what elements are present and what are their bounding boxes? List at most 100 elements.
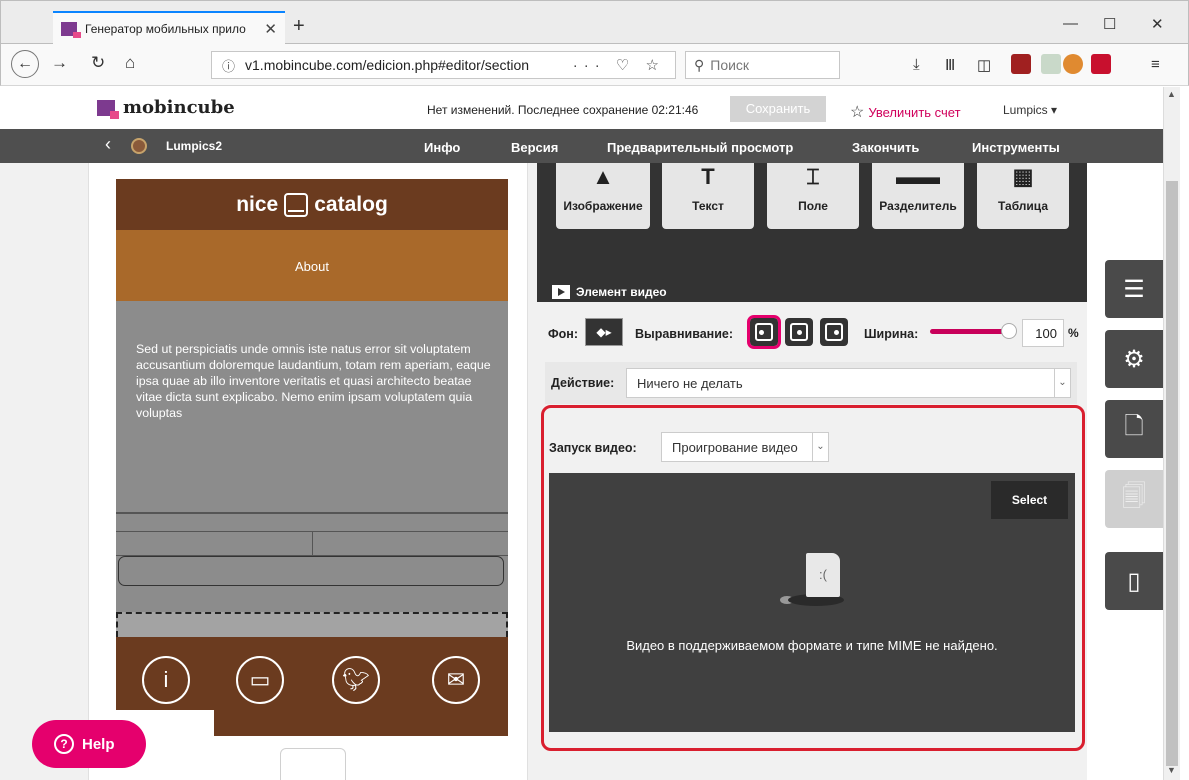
sad-file-icon: :(: [806, 553, 840, 597]
user-menu[interactable]: Lumpics ▾: [1003, 103, 1057, 117]
tile-label: Таблица: [997, 199, 1048, 213]
align-center-button[interactable]: [785, 318, 813, 346]
preview-header[interactable]: nice catalog: [116, 179, 508, 230]
back-arrow-icon[interactable]: ←: [11, 50, 39, 78]
mail-icon[interactable]: ✉: [432, 656, 480, 704]
align-right-button[interactable]: [820, 318, 848, 346]
disabled-page-tool[interactable]: 🗐: [1105, 470, 1163, 528]
download-icon[interactable]: ⤓: [913, 56, 920, 73]
tab-version[interactable]: Версия: [488, 140, 581, 168]
help-icon: ?: [54, 734, 74, 754]
image-icon: ▲: [592, 164, 614, 189]
settings-tool[interactable]: ⚙: [1105, 330, 1163, 388]
save-button[interactable]: Сохранить: [730, 96, 826, 122]
twitter-icon[interactable]: 🐦︎: [332, 656, 380, 704]
palette-text-tile[interactable]: T Текст: [662, 163, 754, 229]
help-button[interactable]: ? Help: [32, 720, 146, 768]
ublock-extension-icon[interactable]: [1011, 54, 1031, 74]
align-left-icon: [755, 323, 773, 341]
device-preview-tool[interactable]: ▯: [1105, 552, 1163, 610]
back-chevron-icon[interactable]: ‹: [105, 134, 111, 155]
tab-preview[interactable]: Предварительный просмотр: [607, 140, 793, 155]
scroll-down-icon[interactable]: ▼: [1167, 765, 1176, 775]
address-bar[interactable]: ⓘ v1.mobincube.com/edicion.php#editor/se…: [211, 51, 676, 79]
reload-icon[interactable]: ↻: [91, 53, 105, 73]
scroll-up-icon[interactable]: ▲: [1167, 89, 1176, 99]
tab-close-icon[interactable]: ✕: [264, 20, 277, 38]
tab-info[interactable]: Инфо: [424, 140, 460, 155]
palette-field-tile[interactable]: ⌶ Поле: [767, 163, 859, 229]
background-color-picker[interactable]: ◆▸: [585, 318, 623, 346]
about-bar[interactable]: About: [116, 230, 508, 301]
browser-tab[interactable]: Генератор мобильных прило ✕: [53, 11, 285, 45]
search-icon: ⚲: [694, 56, 705, 73]
tile-label: Разделитель: [879, 199, 957, 213]
table-separator: [312, 532, 313, 557]
phone-icon: ▯: [1127, 567, 1141, 595]
url-text[interactable]: v1.mobincube.com/edicion.php#editor/sect…: [245, 57, 573, 73]
divider: [116, 512, 508, 514]
preview-table-row[interactable]: [116, 531, 508, 557]
search-input[interactable]: ⚲ Поиск: [685, 51, 840, 79]
action-value: Ничего не делать: [637, 376, 743, 391]
maximize-icon[interactable]: ☐: [1103, 15, 1116, 33]
upgrade-account-link[interactable]: ☆ Увеличить счет: [850, 102, 961, 122]
page-actions-icon[interactable]: ··· ♡ ☆: [573, 56, 665, 74]
list-view-tool[interactable]: ☰: [1105, 260, 1163, 318]
video-icon: [552, 285, 570, 299]
width-label: Ширина:: [864, 327, 919, 341]
width-input[interactable]: 100: [1022, 319, 1064, 347]
action-select[interactable]: Ничего не делать ⌄: [626, 368, 1071, 398]
video-start-select[interactable]: Проигрование видео ⌄: [661, 432, 829, 462]
chevron-down-icon: ⌄: [812, 433, 828, 461]
browser-tab-bar: Генератор мобильных прило ✕ + — ☐ ✕: [0, 0, 1189, 45]
logo-text: mobincube: [123, 97, 235, 118]
alignment-label: Выравнивание:: [635, 327, 734, 341]
info-icon[interactable]: i: [142, 656, 190, 704]
tab-title: Генератор мобильных прило: [85, 22, 246, 36]
shield-extension-icon[interactable]: [1041, 54, 1061, 74]
site-info-icon[interactable]: ⓘ: [222, 56, 235, 75]
logo-icon: [97, 99, 119, 119]
palette-separator-tile[interactable]: ▬▬ Разделитель: [872, 163, 964, 229]
sidebar-icon[interactable]: ◫: [977, 56, 991, 74]
tab-tools[interactable]: Инструменты: [972, 140, 1060, 155]
page-settings-tool[interactable]: 🗋: [1105, 400, 1163, 458]
align-center-icon: [790, 323, 808, 341]
new-tab-button[interactable]: +: [293, 15, 305, 38]
preview-body-text[interactable]: Sed ut perspiciatis unde omnis iste natu…: [136, 341, 491, 421]
preview-input-field[interactable]: [118, 556, 504, 586]
mobincube-logo[interactable]: mobincube: [97, 97, 235, 119]
tile-label: Изображение: [563, 199, 643, 213]
video-element-placeholder[interactable]: [116, 612, 508, 637]
library-icon[interactable]: Ⅲ: [945, 56, 955, 74]
scrollbar-thumb[interactable]: [1166, 181, 1178, 766]
palette-image-tile[interactable]: ▲ Изображение: [556, 163, 650, 229]
menu-icon[interactable]: ≡: [1151, 56, 1160, 73]
header-word-nice: nice: [236, 192, 279, 216]
minimize-icon[interactable]: —: [1063, 15, 1078, 32]
tab-finish[interactable]: Закончить: [852, 140, 919, 155]
page-gear-icon: 🗋: [1124, 412, 1144, 440]
phone-home-button: [280, 748, 346, 780]
cookie-extension-icon[interactable]: [1063, 54, 1083, 74]
align-left-button[interactable]: [747, 315, 781, 349]
select-video-button[interactable]: Select: [991, 481, 1068, 519]
project-avatar: [131, 138, 147, 154]
video-error-message: Видео в поддерживаемом формате и типе MI…: [626, 638, 998, 653]
project-name[interactable]: Lumpics2: [166, 139, 222, 153]
close-window-icon[interactable]: ✕: [1151, 15, 1164, 33]
tablet-logo-icon: [284, 192, 309, 217]
palette-table-tile[interactable]: ▦ Таблица: [977, 163, 1069, 229]
home-icon[interactable]: ⌂: [125, 53, 135, 73]
width-slider[interactable]: [930, 323, 1017, 339]
paint-bucket-icon: ◆▸: [596, 325, 612, 339]
page-scrollbar[interactable]: ▲ ▼: [1163, 87, 1180, 780]
help-label: Help: [82, 735, 115, 753]
slider-handle[interactable]: [1001, 323, 1017, 339]
table-icon: ▦: [1012, 164, 1034, 189]
ru-extension-icon[interactable]: [1091, 54, 1111, 74]
text-icon: T: [701, 164, 715, 189]
forward-arrow-icon[interactable]: →: [51, 53, 68, 73]
tablet-icon[interactable]: ▭: [236, 656, 284, 704]
